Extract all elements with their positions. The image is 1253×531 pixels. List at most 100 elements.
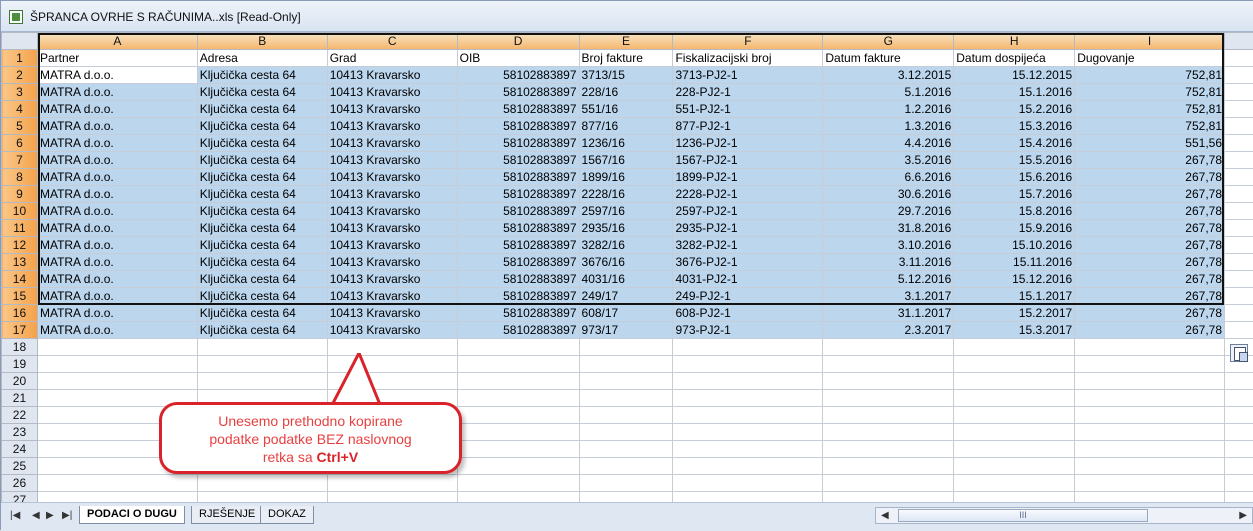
table-cell[interactable] bbox=[1075, 407, 1225, 424]
table-cell[interactable]: 10413 Kravarsko bbox=[327, 101, 457, 118]
table-cell[interactable] bbox=[579, 458, 673, 475]
table-cell[interactable]: 58102883897 bbox=[457, 271, 579, 288]
row-header[interactable]: 17 bbox=[2, 322, 38, 339]
table-cell[interactable] bbox=[954, 339, 1075, 356]
table-cell[interactable]: 973/17 bbox=[579, 322, 673, 339]
table-cell[interactable] bbox=[1075, 475, 1225, 492]
table-cell[interactable]: 5.1.2016 bbox=[823, 84, 954, 101]
table-cell[interactable] bbox=[673, 407, 823, 424]
row-header[interactable]: 12 bbox=[2, 237, 38, 254]
row-header[interactable]: 16 bbox=[2, 305, 38, 322]
table-cell[interactable] bbox=[457, 441, 579, 458]
table-cell[interactable]: Broj fakture bbox=[579, 50, 673, 67]
row-header[interactable]: 5 bbox=[2, 118, 38, 135]
table-cell[interactable]: 3713-PJ2-1 bbox=[673, 67, 823, 84]
row-header[interactable]: 21 bbox=[2, 390, 38, 407]
table-cell[interactable]: 15.10.2016 bbox=[954, 237, 1075, 254]
table-cell[interactable]: 58102883897 bbox=[457, 203, 579, 220]
table-cell[interactable] bbox=[1075, 356, 1225, 373]
table-cell[interactable]: 15.6.2016 bbox=[954, 169, 1075, 186]
table-cell[interactable]: 2228/16 bbox=[579, 186, 673, 203]
table-cell[interactable]: 31.8.2016 bbox=[823, 220, 954, 237]
table-cell[interactable]: 3.10.2016 bbox=[823, 237, 954, 254]
table-cell[interactable]: 551,56 bbox=[1075, 135, 1225, 152]
table-cell[interactable]: 58102883897 bbox=[457, 237, 579, 254]
table-cell[interactable]: Ključička cesta 64 bbox=[197, 220, 327, 237]
table-cell[interactable]: Fiskalizacijski broj bbox=[673, 50, 823, 67]
table-cell[interactable]: 2597/16 bbox=[579, 203, 673, 220]
table-cell[interactable]: MATRA d.o.o. bbox=[37, 305, 197, 322]
table-cell[interactable] bbox=[457, 373, 579, 390]
column-header[interactable]: G bbox=[823, 33, 954, 50]
table-cell[interactable] bbox=[823, 407, 954, 424]
table-cell[interactable]: 58102883897 bbox=[457, 169, 579, 186]
table-cell[interactable]: 15.1.2017 bbox=[954, 288, 1075, 305]
row-header[interactable]: 3 bbox=[2, 84, 38, 101]
table-cell[interactable]: 10413 Kravarsko bbox=[327, 135, 457, 152]
table-cell[interactable] bbox=[1225, 305, 1253, 322]
table-cell[interactable]: 228/16 bbox=[579, 84, 673, 101]
paste-options-icon[interactable] bbox=[1230, 344, 1248, 362]
table-cell[interactable]: 267,78 bbox=[1075, 169, 1225, 186]
table-cell[interactable]: 30.6.2016 bbox=[823, 186, 954, 203]
table-cell[interactable]: 10413 Kravarsko bbox=[327, 271, 457, 288]
table-cell[interactable] bbox=[1075, 390, 1225, 407]
table-cell[interactable]: 1899-PJ2-1 bbox=[673, 169, 823, 186]
table-cell[interactable] bbox=[457, 390, 579, 407]
table-cell[interactable] bbox=[457, 475, 579, 492]
table-cell[interactable] bbox=[579, 407, 673, 424]
table-cell[interactable]: 58102883897 bbox=[457, 254, 579, 271]
table-cell[interactable]: 31.1.2017 bbox=[823, 305, 954, 322]
table-cell[interactable] bbox=[457, 356, 579, 373]
table-cell[interactable]: MATRA d.o.o. bbox=[37, 288, 197, 305]
table-cell[interactable]: 267,78 bbox=[1075, 288, 1225, 305]
table-cell[interactable] bbox=[1225, 84, 1253, 101]
table-cell[interactable]: Partner bbox=[37, 50, 197, 67]
row-header[interactable]: 2 bbox=[2, 67, 38, 84]
column-header[interactable]: H bbox=[954, 33, 1075, 50]
row-header[interactable]: 4 bbox=[2, 101, 38, 118]
row-header[interactable]: 10 bbox=[2, 203, 38, 220]
table-cell[interactable] bbox=[823, 339, 954, 356]
row-header[interactable]: 25 bbox=[2, 458, 38, 475]
tab-rjesenje[interactable]: RJEŠENJE bbox=[191, 506, 263, 524]
table-cell[interactable] bbox=[579, 475, 673, 492]
table-cell[interactable] bbox=[1225, 407, 1253, 424]
table-cell[interactable] bbox=[579, 424, 673, 441]
table-cell[interactable] bbox=[954, 475, 1075, 492]
row-header[interactable]: 7 bbox=[2, 152, 38, 169]
table-cell[interactable] bbox=[37, 373, 197, 390]
table-cell[interactable]: 1899/16 bbox=[579, 169, 673, 186]
table-cell[interactable]: MATRA d.o.o. bbox=[37, 67, 197, 84]
column-header-overflow[interactable] bbox=[1225, 33, 1253, 50]
table-cell[interactable]: 3713/15 bbox=[579, 67, 673, 84]
column-header[interactable]: D bbox=[457, 33, 579, 50]
table-cell[interactable]: 3282-PJ2-1 bbox=[673, 237, 823, 254]
table-cell[interactable]: 10413 Kravarsko bbox=[327, 237, 457, 254]
table-cell[interactable]: 15.9.2016 bbox=[954, 220, 1075, 237]
table-cell[interactable]: MATRA d.o.o. bbox=[37, 152, 197, 169]
table-cell[interactable] bbox=[1075, 492, 1225, 503]
table-cell[interactable]: 29.7.2016 bbox=[823, 203, 954, 220]
table-cell[interactable] bbox=[197, 339, 327, 356]
table-cell[interactable] bbox=[823, 492, 954, 503]
table-cell[interactable] bbox=[673, 373, 823, 390]
table-cell[interactable]: 249-PJ2-1 bbox=[673, 288, 823, 305]
table-cell[interactable]: Ključička cesta 64 bbox=[197, 254, 327, 271]
table-cell[interactable] bbox=[37, 339, 197, 356]
table-cell[interactable] bbox=[37, 475, 197, 492]
table-cell[interactable] bbox=[457, 407, 579, 424]
table-cell[interactable]: 15.8.2016 bbox=[954, 203, 1075, 220]
table-cell[interactable]: 10413 Kravarsko bbox=[327, 118, 457, 135]
table-cell[interactable]: 58102883897 bbox=[457, 322, 579, 339]
table-cell[interactable] bbox=[1225, 322, 1253, 339]
last-sheet-icon[interactable]: ▶| bbox=[62, 510, 72, 521]
table-cell[interactable]: MATRA d.o.o. bbox=[37, 101, 197, 118]
table-cell[interactable]: Ključička cesta 64 bbox=[197, 322, 327, 339]
table-cell[interactable]: 877/16 bbox=[579, 118, 673, 135]
table-cell[interactable]: 10413 Kravarsko bbox=[327, 84, 457, 101]
next-sheet-icon[interactable]: ▶ bbox=[46, 510, 54, 521]
table-cell[interactable]: 267,78 bbox=[1075, 237, 1225, 254]
previous-sheet-icon[interactable]: ◀ bbox=[32, 510, 40, 521]
table-cell[interactable] bbox=[197, 373, 327, 390]
